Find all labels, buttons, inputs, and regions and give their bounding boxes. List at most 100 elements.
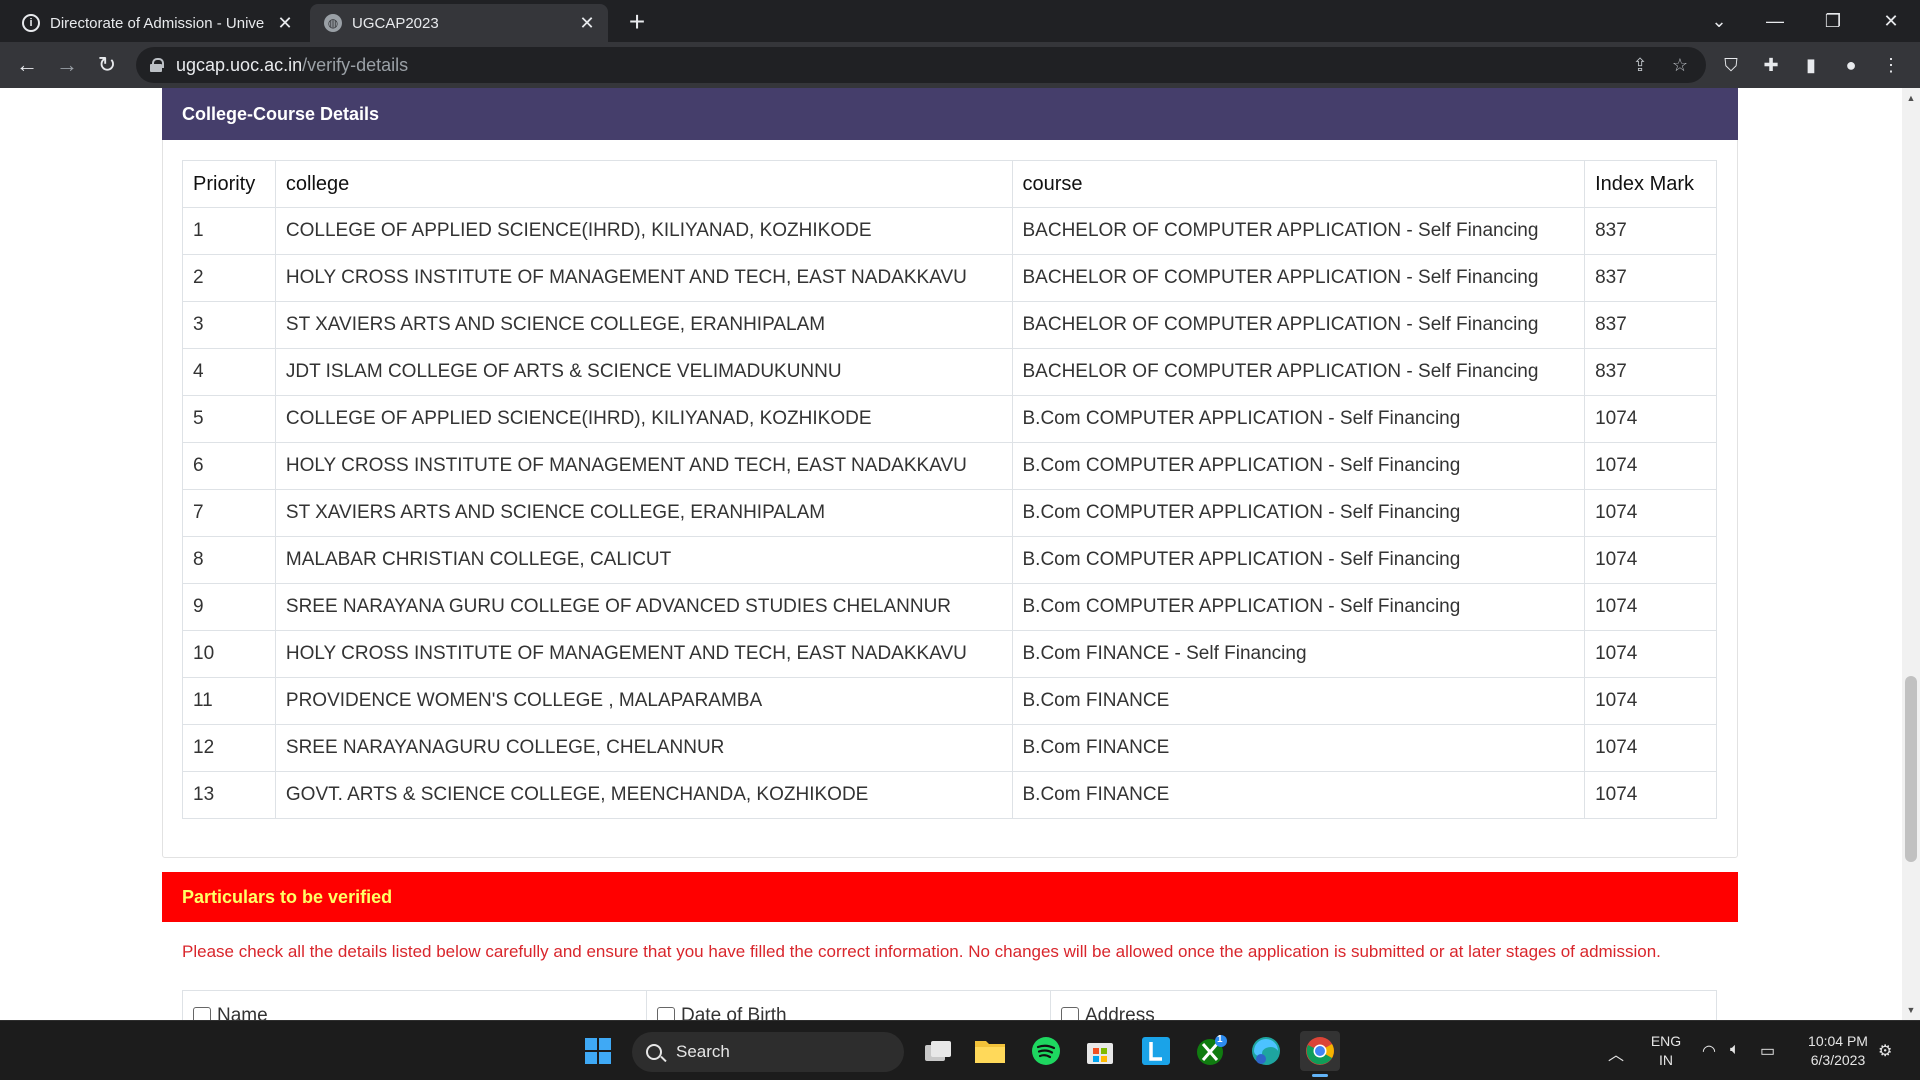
wifi-icon[interactable]: ◠ (1702, 1041, 1716, 1061)
l-app-icon[interactable] (1136, 1031, 1176, 1071)
table-row: 7 ST XAVIERS ARTS AND SCIENCE COLLEGE, ER… (182, 489, 1717, 537)
college-cell: COLLEGE OF APPLIED SCIENCE(IHRD), KILIYA… (274, 395, 1013, 443)
table-row: 9 SREE NARAYANA GURU COLLEGE OF ADVANCED … (182, 583, 1717, 631)
priority-cell: 4 (182, 348, 276, 396)
verify-item-name[interactable]: Name (183, 991, 647, 1020)
college-cell: HOLY CROSS INSTITUTE OF MANAGEMENT AND T… (274, 254, 1013, 302)
verify-item-label: Address (1085, 1005, 1155, 1020)
index-mark-cell: 837 (1584, 301, 1717, 349)
address-bar[interactable]: ugcap.uoc.ac.in/verify-details ⇪ ☆ (136, 47, 1706, 83)
index-mark-cell: 1074 (1584, 677, 1717, 725)
dob-checkbox[interactable] (657, 1007, 675, 1020)
column-header-college: college (274, 160, 1013, 208)
table-row: 8 MALABAR CHRISTIAN COLLEGE, CALICUT B.Com… (182, 536, 1717, 584)
spotify-icon[interactable] (1026, 1031, 1066, 1071)
clock-date: 6/3/2023 (1810, 1052, 1866, 1068)
shield-extension-icon[interactable]: ⛉ (1718, 52, 1744, 78)
table-row: 4 JDT ISLAM COLLEGE OF ARTS & SCIENCE VEL… (182, 348, 1717, 396)
tab-search-chevron-icon[interactable]: ⌄ (1696, 0, 1742, 42)
index-mark-cell: 1074 (1584, 489, 1717, 537)
index-mark-cell: 837 (1584, 254, 1717, 302)
chrome-icon[interactable] (1300, 1031, 1340, 1077)
close-tab-icon[interactable]: ✕ (576, 12, 598, 34)
xbox-badge: 1 (1217, 1034, 1223, 1045)
course-cell: B.Com FINANCE (1011, 677, 1586, 725)
lock-icon[interactable] (150, 58, 164, 72)
share-icon[interactable]: ⇪ (1628, 53, 1652, 77)
course-cell: B.Com COMPUTER APPLICATION - Self Financ… (1011, 395, 1586, 443)
college-cell: SREE NARAYANAGURU COLLEGE, CHELANNUR (274, 724, 1013, 772)
page-scrollbar[interactable]: ▲ ▼ (1902, 88, 1920, 1020)
course-cell: BACHELOR OF COMPUTER APPLICATION - Self … (1011, 301, 1586, 349)
scroll-down-arrow-icon[interactable]: ▼ (1902, 1002, 1920, 1018)
college-cell: PROVIDENCE WOMEN'S COLLEGE , MALAPARAMBA (274, 677, 1013, 725)
verify-header: Particulars to be verified (162, 872, 1738, 922)
college-course-table: Priority college course Index Mark 1 COLL… (182, 160, 1717, 819)
language-indicator[interactable]: ENG IN (1648, 1032, 1684, 1070)
course-cell: B.Com FINANCE (1011, 771, 1586, 819)
table-row: 10 HOLY CROSS INSTITUTE OF MANAGEMENT AND… (182, 630, 1717, 678)
extensions-puzzle-icon[interactable]: ✚ (1758, 52, 1784, 78)
battery-icon[interactable]: ▭ (1760, 1041, 1775, 1061)
college-cell: ST XAVIERS ARTS AND SCIENCE COLLEGE, ERA… (274, 301, 1013, 349)
side-panel-icon[interactable]: ▮ (1798, 52, 1824, 78)
verify-item-address[interactable]: Address (1051, 991, 1716, 1020)
college-cell: HOLY CROSS INSTITUTE OF MANAGEMENT AND T… (274, 630, 1013, 678)
file-explorer-icon[interactable] (970, 1031, 1010, 1071)
language-line1: ENG (1650, 1033, 1682, 1049)
scrollbar-thumb[interactable] (1905, 676, 1917, 862)
verify-item-dob[interactable]: Date of Birth (647, 991, 1051, 1020)
index-mark-cell: 1074 (1584, 395, 1717, 443)
table-row: 3 ST XAVIERS ARTS AND SCIENCE COLLEGE, ER… (182, 301, 1717, 349)
verify-item-label: Date of Birth (681, 1005, 787, 1020)
priority-cell: 5 (182, 395, 276, 443)
profile-icon[interactable]: ● (1838, 52, 1864, 78)
address-checkbox[interactable] (1061, 1007, 1079, 1020)
xbox-icon[interactable]: 1 (1192, 1031, 1232, 1071)
clock[interactable]: 10:04 PM 6/3/2023 (1794, 1032, 1882, 1070)
edge-icon[interactable] (1246, 1031, 1286, 1071)
scroll-up-arrow-icon[interactable]: ▲ (1902, 90, 1920, 106)
minimize-button[interactable]: — (1752, 0, 1798, 42)
tab-strip: i Directorate of Admission - Unive ✕ ◍ U… (0, 0, 1920, 42)
back-arrow-icon[interactable]: ← (12, 50, 42, 80)
table-row: 5 COLLEGE OF APPLIED SCIENCE(IHRD), KILIY… (182, 395, 1717, 443)
windows-start-icon[interactable] (578, 1031, 618, 1071)
new-tab-button[interactable]: + (622, 6, 652, 37)
index-mark-cell: 837 (1584, 207, 1717, 255)
tab-ugcap[interactable]: ◍ UGCAP2023 ✕ (310, 4, 608, 42)
notification-bell-icon[interactable]: ⚙ (1878, 1041, 1892, 1061)
browser-toolbar: ← → ↻ ugcap.uoc.ac.in/verify-details ⇪ ☆… (0, 42, 1920, 88)
verify-checklist: Name Date of Birth Address (182, 990, 1717, 1020)
table-header-row: Priority college course Index Mark (182, 160, 1717, 208)
college-course-header: College-Course Details (162, 88, 1738, 140)
show-hidden-icons-chevron-icon[interactable]: ︿ (1608, 1041, 1624, 1065)
task-view-icon[interactable] (918, 1031, 958, 1071)
close-window-button[interactable]: ✕ (1868, 0, 1914, 42)
index-mark-cell: 837 (1584, 348, 1717, 396)
volume-icon[interactable]: 🔈︎ (1730, 1041, 1740, 1059)
menu-kebab-icon[interactable]: ⋮ (1878, 52, 1904, 78)
course-cell: BACHELOR OF COMPUTER APPLICATION - Self … (1011, 348, 1586, 396)
priority-cell: 8 (182, 536, 276, 584)
column-header-index-mark: Index Mark (1584, 160, 1717, 208)
restore-button[interactable]: ❐ (1810, 0, 1856, 42)
close-tab-icon[interactable]: ✕ (274, 12, 296, 34)
college-cell: JDT ISLAM COLLEGE OF ARTS & SCIENCE VELI… (274, 348, 1013, 396)
tab-title: Directorate of Admission - Unive (50, 14, 265, 32)
bookmark-star-icon[interactable]: ☆ (1668, 53, 1692, 77)
forward-arrow-icon[interactable]: → (52, 50, 82, 80)
priority-cell: 1 (182, 207, 276, 255)
page-viewport: College-Course Details Priority college … (0, 88, 1902, 1020)
priority-cell: 9 (182, 583, 276, 631)
taskbar-search[interactable]: Search (632, 1032, 904, 1072)
name-checkbox[interactable] (193, 1007, 211, 1020)
college-cell: HOLY CROSS INSTITUTE OF MANAGEMENT AND T… (274, 442, 1013, 490)
verify-item-label: Name (217, 1005, 268, 1020)
reload-icon[interactable]: ↻ (92, 50, 122, 80)
microsoft-store-icon[interactable] (1080, 1031, 1120, 1071)
table-row: 12 SREE NARAYANAGURU COLLEGE, CHELANNUR B.… (182, 724, 1717, 772)
tab-directorate[interactable]: i Directorate of Admission - Unive ✕ (8, 4, 306, 42)
tab-title: UGCAP2023 (352, 14, 439, 32)
verify-warning-note: Please check all the details listed belo… (182, 942, 1661, 961)
